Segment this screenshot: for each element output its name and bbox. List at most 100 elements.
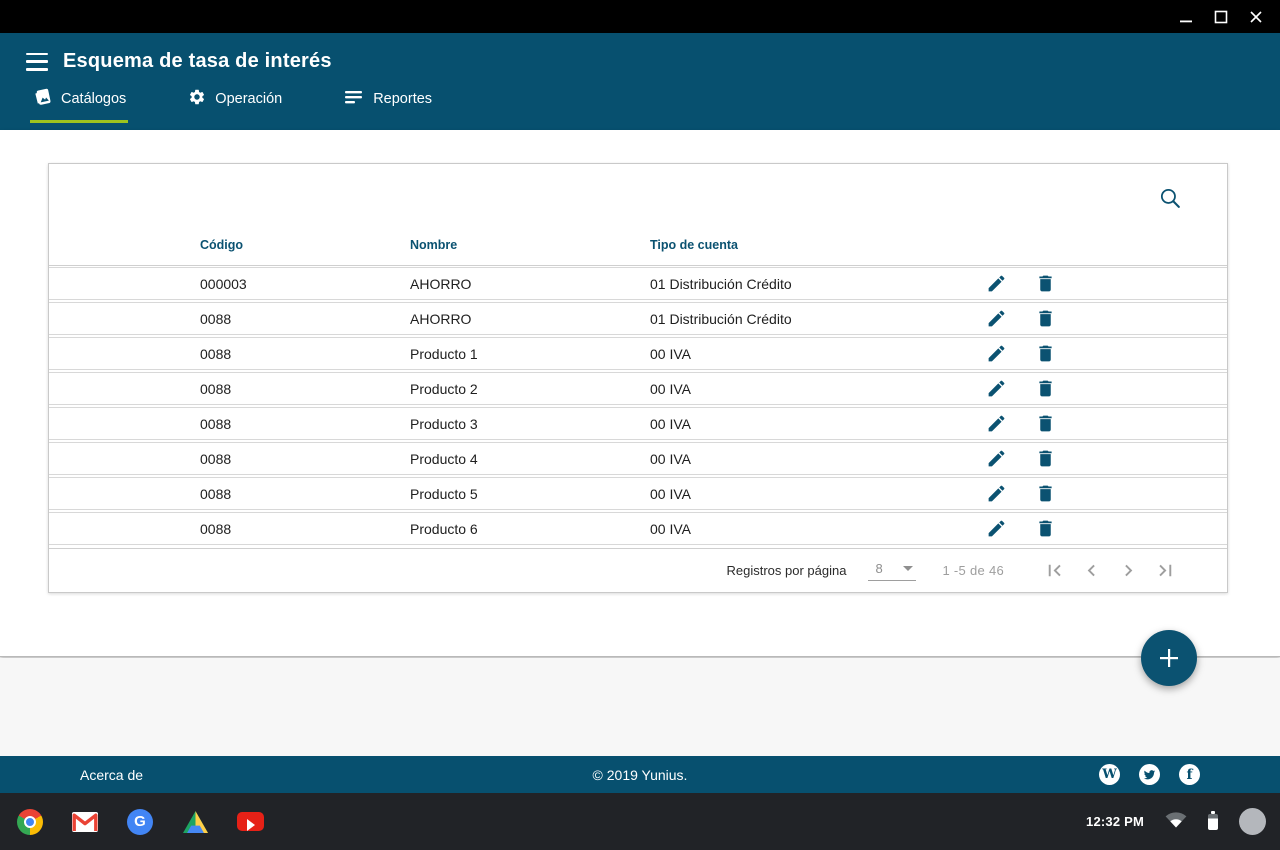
shelf-status-area[interactable]: 12:32 PM: [1086, 808, 1266, 835]
cell-codigo: 0088: [200, 416, 410, 432]
delete-button[interactable]: [1033, 482, 1057, 506]
edit-button[interactable]: [984, 517, 1008, 541]
cell-codigo: 0088: [200, 311, 410, 327]
maximize-icon: [1214, 10, 1228, 24]
battery-icon[interactable]: [1208, 814, 1218, 830]
last-page-button[interactable]: [1153, 559, 1177, 583]
plus-icon: [1157, 646, 1181, 670]
cell-tipo: 00 IVA: [650, 521, 984, 537]
delete-button[interactable]: [1033, 412, 1057, 436]
edit-button[interactable]: [984, 272, 1008, 296]
cell-tipo: 00 IVA: [650, 381, 984, 397]
close-button[interactable]: [1248, 9, 1264, 25]
twitter-icon[interactable]: [1139, 764, 1160, 785]
cell-nombre: Producto 5: [410, 486, 650, 502]
delete-button[interactable]: [1033, 377, 1057, 401]
clock[interactable]: 12:32 PM: [1086, 814, 1144, 829]
column-header-codigo: Código: [200, 238, 410, 252]
page-size-select[interactable]: 8: [868, 561, 916, 581]
google-icon[interactable]: G: [127, 809, 153, 835]
column-header-nombre: Nombre: [410, 238, 650, 252]
tab-operacion[interactable]: Operación: [186, 85, 284, 123]
launcher-grid-icon[interactable]: [293, 812, 313, 832]
edit-icon: [986, 518, 1007, 539]
gear-icon: [188, 88, 206, 110]
tab-reportes[interactable]: Reportes: [342, 85, 434, 123]
catalog-icon: [32, 87, 52, 111]
table-row: 0088 Producto 2 00 IVA: [49, 372, 1227, 405]
hamburger-icon: [26, 53, 48, 56]
delete-icon: [1035, 378, 1056, 399]
tab-label: Catálogos: [61, 91, 126, 107]
edit-button[interactable]: [984, 342, 1008, 366]
delete-icon: [1035, 518, 1056, 539]
row-actions: [984, 482, 1057, 506]
delete-icon: [1035, 343, 1056, 364]
pagination-range: 1 -5 de 46: [942, 563, 1004, 578]
next-page-button[interactable]: [1116, 559, 1140, 583]
edit-button[interactable]: [984, 307, 1008, 331]
cell-nombre: AHORRO: [410, 276, 650, 292]
delete-button[interactable]: [1033, 307, 1057, 331]
delete-button[interactable]: [1033, 342, 1057, 366]
gmail-icon[interactable]: [72, 809, 98, 835]
first-page-button[interactable]: [1042, 559, 1066, 583]
app-header: Esquema de tasa de interés Catálogos: [0, 33, 1280, 130]
facebook-icon[interactable]: f: [1179, 764, 1200, 785]
row-actions: [984, 447, 1057, 471]
menu-button[interactable]: [26, 53, 48, 71]
lower-strip: [0, 658, 1280, 756]
cell-tipo: 00 IVA: [650, 451, 984, 467]
tab-catalogos[interactable]: Catálogos: [30, 85, 128, 123]
cell-nombre: Producto 3: [410, 416, 650, 432]
page-size-value: 8: [875, 561, 882, 576]
tab-label: Operación: [215, 91, 282, 107]
search-button[interactable]: [1157, 186, 1183, 212]
cell-tipo: 00 IVA: [650, 486, 984, 502]
avatar[interactable]: [1239, 808, 1266, 835]
shelf: G 12:32 PM: [0, 793, 1280, 850]
tab-label: Reportes: [373, 91, 432, 107]
about-link[interactable]: Acerca de: [80, 767, 143, 783]
edit-button[interactable]: [984, 447, 1008, 471]
edit-icon: [986, 273, 1007, 294]
last-page-icon: [1154, 559, 1177, 582]
edit-icon: [986, 308, 1007, 329]
edit-button[interactable]: [984, 377, 1008, 401]
prev-page-button[interactable]: [1079, 559, 1103, 583]
table-row: 0088 AHORRO 01 Distribución Crédito: [49, 302, 1227, 335]
wifi-icon[interactable]: [1165, 811, 1187, 833]
window-titlebar: [0, 0, 1280, 33]
pager-nav: [1042, 559, 1177, 583]
youtube-icon[interactable]: [237, 812, 264, 831]
wordpress-icon[interactable]: W: [1099, 764, 1120, 785]
close-icon: [1249, 10, 1263, 24]
drive-icon[interactable]: [182, 809, 208, 835]
row-actions: [984, 412, 1057, 436]
maximize-button[interactable]: [1213, 9, 1229, 25]
cell-nombre: AHORRO: [410, 311, 650, 327]
delete-button[interactable]: [1033, 447, 1057, 471]
cell-codigo: 0088: [200, 451, 410, 467]
cell-codigo: 0088: [200, 346, 410, 362]
social-links: W f: [1099, 764, 1200, 785]
cell-nombre: Producto 4: [410, 451, 650, 467]
delete-button[interactable]: [1033, 517, 1057, 541]
report-lines-icon: [344, 88, 364, 110]
next-page-icon: [1117, 559, 1140, 582]
add-button[interactable]: [1141, 630, 1197, 686]
column-header-tipo: Tipo de cuenta: [650, 238, 1227, 252]
page-title: Esquema de tasa de interés: [63, 50, 332, 73]
cell-nombre: Producto 2: [410, 381, 650, 397]
delete-icon: [1035, 448, 1056, 469]
row-actions: [984, 272, 1057, 296]
minimize-button[interactable]: [1178, 9, 1194, 25]
table-card: Código Nombre Tipo de cuenta 000003 AHOR…: [48, 163, 1228, 593]
table-row: 0088 Producto 5 00 IVA: [49, 477, 1227, 510]
delete-button[interactable]: [1033, 272, 1057, 296]
edit-button[interactable]: [984, 482, 1008, 506]
chrome-icon[interactable]: [17, 809, 43, 835]
edit-button[interactable]: [984, 412, 1008, 436]
edit-icon: [986, 378, 1007, 399]
table-row: 0088 Producto 3 00 IVA: [49, 407, 1227, 440]
